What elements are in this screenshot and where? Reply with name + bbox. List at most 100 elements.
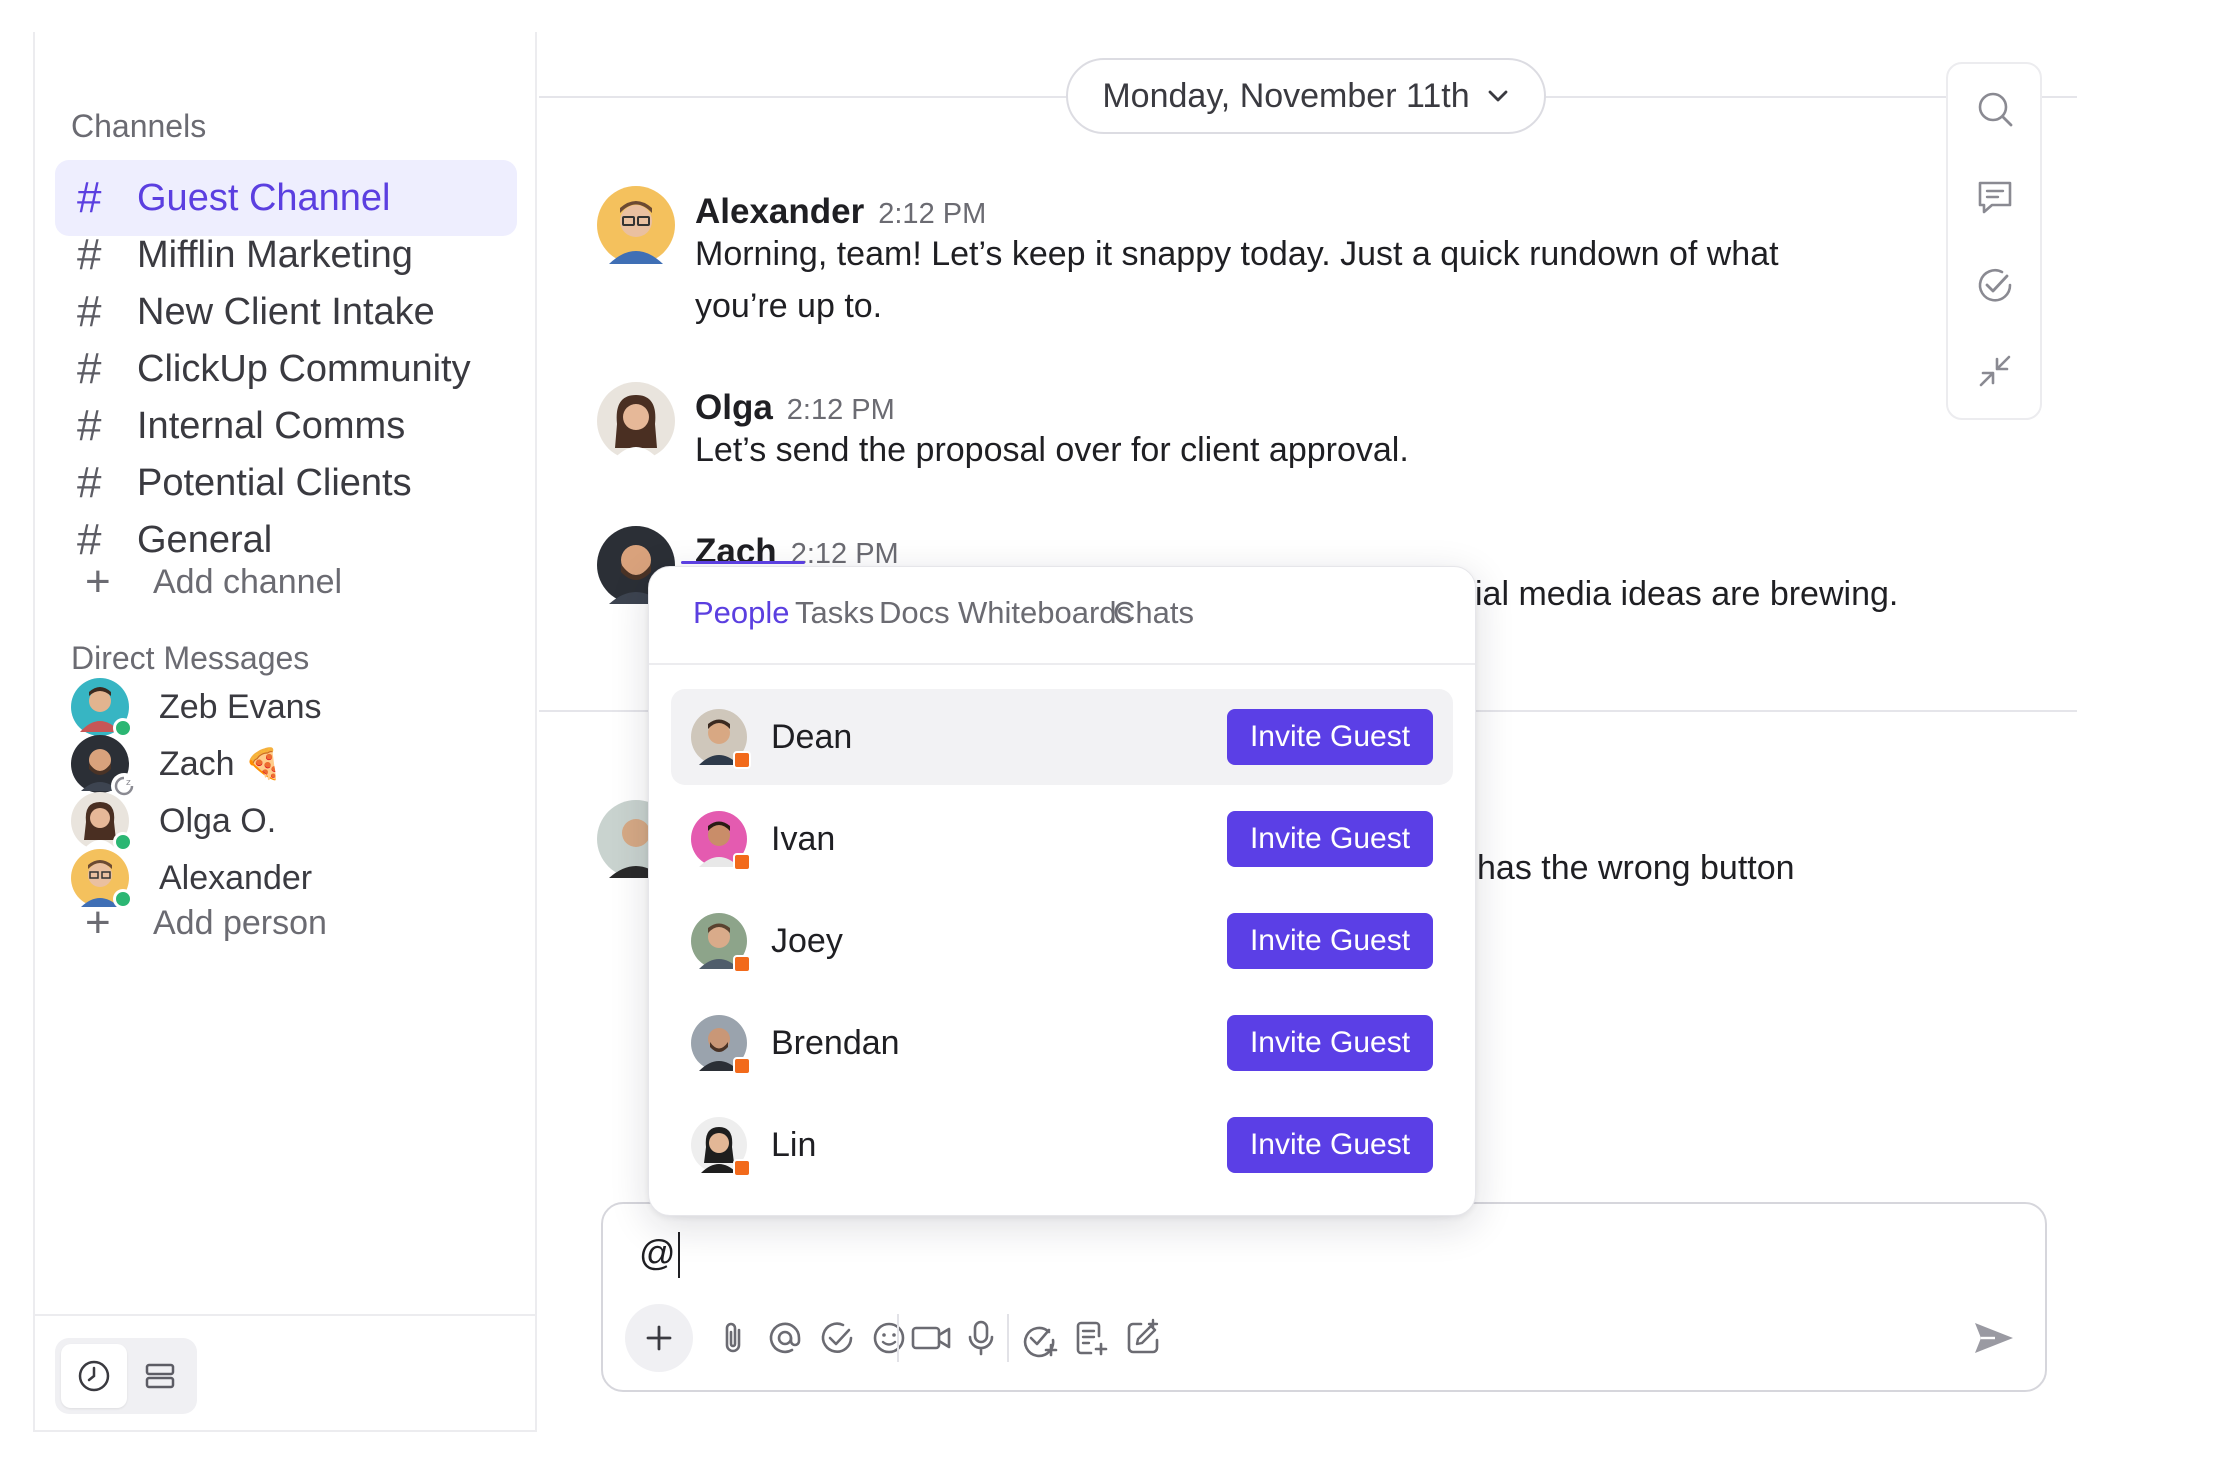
guest-badge-icon [733,955,751,973]
date-pill[interactable]: Monday, November 11th [1066,58,1546,134]
tab-whiteboards[interactable]: Whiteboards [958,595,1132,631]
toolbar-divider [1007,1314,1009,1362]
active-tab-indicator [681,561,805,564]
channel-label: New Client Intake [137,290,435,333]
message-composer[interactable]: @ [601,1202,2047,1392]
channel-label: Mifflin Marketing [137,233,413,276]
text-caret [677,1232,680,1279]
emoji-icon[interactable] [869,1318,909,1358]
channel-label: Guest Channel [137,176,391,219]
add-person-label: Add person [153,903,327,942]
author-name[interactable]: Olga [695,388,773,427]
mention-icon[interactable] [765,1318,805,1358]
plus-icon [646,1325,672,1351]
invite-guest-button[interactable]: Invite Guest [1227,913,1433,969]
hash-icon: # [77,401,102,450]
sidebar-footer [35,1314,535,1414]
message-input[interactable]: @ [639,1232,680,1279]
list-view-button[interactable] [129,1344,191,1408]
tab-chats[interactable]: Chats [1113,595,1194,631]
pizza-emoji-icon: 🍕 [244,747,282,781]
invite-guest-button[interactable]: Invite Guest [1227,1015,1433,1071]
invite-guest-button[interactable]: Invite Guest [1227,1117,1433,1173]
video-icon[interactable] [909,1318,955,1358]
channel-label: Internal Comms [137,404,406,447]
sidebar: Channels # Guest Channel # Mifflin Marke… [33,32,537,1432]
guest-badge-icon [733,751,751,769]
create-task-icon[interactable] [1019,1318,1059,1358]
avatar [691,913,751,973]
hash-icon: # [77,173,102,222]
guest-badge-icon [733,1057,751,1075]
person-name: Ivan [771,819,836,858]
collapse-icon[interactable] [1974,350,2016,392]
microphone-icon[interactable] [961,1318,1001,1358]
plus-icon: + [85,898,111,947]
comment-icon[interactable] [1974,176,2016,218]
person-name: Joey [771,921,843,960]
message-text: Let’s send the proposal over for client … [695,431,1409,469]
hash-icon: # [77,230,102,279]
mention-person-brendan[interactable]: Brendan Invite Guest [671,995,1453,1091]
attachment-icon[interactable] [713,1318,753,1358]
avatar [71,678,133,738]
mention-person-ivan[interactable]: Ivan Invite Guest [671,791,1453,887]
mention-tabs: People Tasks Docs Whiteboards Chats [649,561,1475,665]
channels-heading: Channels [71,108,207,144]
add-channel-button[interactable]: + Add channel [85,557,342,607]
add-person-button[interactable]: + Add person [85,898,327,948]
channel-label: Potential Clients [137,461,412,504]
dm-name: Zeb Evans [159,687,322,726]
avatar [691,709,751,769]
invite-guest-button[interactable]: Invite Guest [1227,811,1433,867]
search-icon[interactable] [1974,88,2016,130]
date-label: Monday, November 11th [1102,76,1470,115]
timestamp: 2:12 PM [786,394,895,426]
add-channel-label: Add channel [153,562,343,601]
dm-name: Olga O. [159,801,277,840]
view-toggle [55,1338,197,1414]
avatar [71,792,133,852]
invite-guest-button[interactable]: Invite Guest [1227,709,1433,765]
plus-icon: + [85,557,111,606]
tab-tasks[interactable]: Tasks [795,595,874,631]
hash-icon: # [77,344,102,393]
person-name: Lin [771,1125,817,1164]
history-view-button[interactable] [61,1344,127,1408]
mention-person-lin[interactable]: Lin Invite Guest [671,1097,1453,1193]
hash-icon: # [77,458,102,507]
avatar [691,1117,751,1177]
task-check-icon[interactable] [817,1318,857,1358]
clock-icon [78,1360,110,1392]
message-text: ial media ideas are brewing. [1475,575,1899,613]
toolbar-divider [897,1314,899,1362]
message-header: Alexander 2:12 PM [695,192,986,232]
right-rail [1946,62,2042,420]
rows-icon [145,1363,175,1389]
message-header: Olga 2:12 PM [695,388,895,428]
chevron-down-icon [1488,90,1508,102]
guest-badge-icon [733,853,751,871]
avatar: z [71,735,137,799]
mention-person-joey[interactable]: Joey Invite Guest [671,893,1453,989]
create-doc-icon[interactable] [1071,1318,1111,1358]
person-name: Dean [771,717,853,756]
avatar [691,1015,751,1075]
mention-person-dean[interactable]: Dean Invite Guest [671,689,1453,785]
add-button[interactable] [625,1304,693,1372]
message-text: you’re up to. [695,287,883,325]
create-whiteboard-icon[interactable] [1123,1318,1163,1358]
guest-badge-icon [733,1159,751,1177]
input-value: @ [639,1232,676,1273]
send-icon[interactable] [1971,1318,2017,1358]
mention-popup: People Tasks Docs Whiteboards Chats Dean… [648,561,1476,1216]
check-circle-icon[interactable] [1974,264,2016,306]
hash-icon: # [77,287,102,336]
channel-label: ClickUp Community [137,347,471,390]
message-text: Morning, team! Let’s keep it snappy toda… [695,235,1779,273]
author-name[interactable]: Alexander [695,192,864,231]
tab-docs[interactable]: Docs [879,595,950,631]
tab-people[interactable]: People [693,595,790,631]
message-text: has the wrong button [1477,849,1795,887]
channel-label: General [137,518,273,561]
